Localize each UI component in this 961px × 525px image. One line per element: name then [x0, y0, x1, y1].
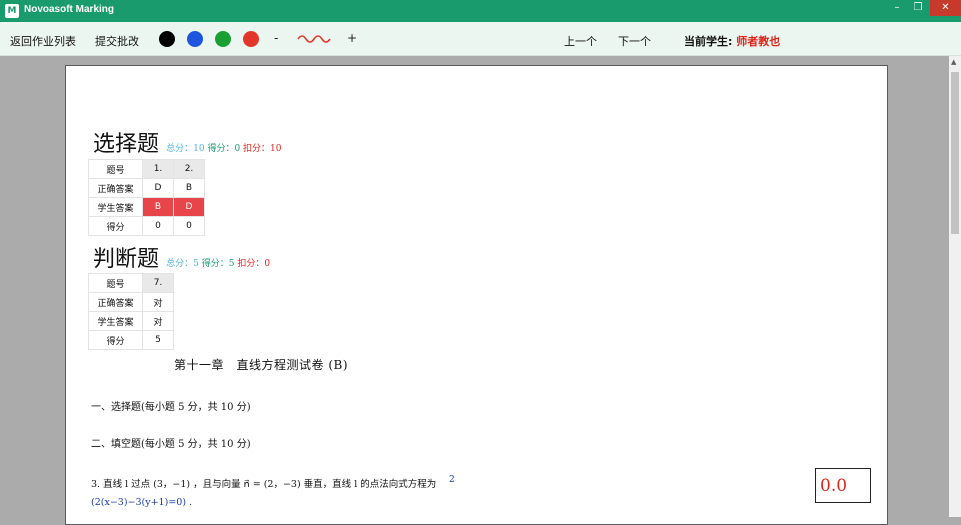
table-row: 正确答案 对 — [88, 292, 174, 312]
row-header: 得分 — [88, 216, 143, 236]
pen-stroke-preview-icon — [297, 35, 331, 43]
row-header: 题号 — [88, 273, 143, 293]
row-header: 正确答案 — [88, 292, 143, 312]
question-3-student-answer: (2(x−3)−3(y+1)=0) . — [91, 497, 193, 508]
current-student: 当前学生: 师者教也 — [684, 33, 780, 49]
question-number: 7. — [142, 273, 174, 293]
student-answer-wrong: D — [173, 197, 205, 217]
current-student-name: 师者教也 — [736, 35, 781, 48]
score-input-box[interactable]: 0.0 — [815, 468, 871, 503]
question-score: 5 — [142, 330, 174, 350]
pen-size-increase-button[interactable]: + — [347, 31, 357, 45]
correct-answer: D — [142, 178, 174, 198]
window-title: Novoasoft Marking — [24, 4, 115, 15]
previous-student-button[interactable]: 上一个 — [564, 33, 597, 49]
row-header: 题号 — [88, 159, 143, 179]
row-header: 学生答案 — [88, 197, 143, 217]
pen-color-blue[interactable] — [187, 31, 203, 47]
table-row: 得分 0 0 — [88, 216, 205, 236]
choice-got-score: 得分：0 — [207, 144, 241, 154]
question-number: 2. — [173, 159, 205, 179]
back-to-list-button[interactable]: 返回作业列表 — [10, 33, 76, 49]
maximize-icon[interactable]: ❐ — [904, 0, 932, 16]
question-3-text: 3. 直线 l 过点 (3，−1) ，且与向量 n⃗ = (2，−3) 垂直，直… — [91, 479, 437, 490]
judge-section-header: 判断题 总分：5 得分：5 扣分：0 — [93, 241, 270, 273]
judge-total-score: 总分：5 — [166, 259, 199, 269]
table-row: 题号 1. 2. — [88, 159, 205, 179]
section-heading-fill: 二、填空题(每小题 5 分，共 10 分) — [91, 439, 251, 450]
pen-size-decrease-button[interactable]: - — [274, 31, 278, 45]
scroll-up-icon[interactable]: ▲ — [951, 58, 956, 66]
judge-deduct-score: 扣分：0 — [237, 259, 271, 269]
student-answer: 对 — [142, 311, 174, 331]
judge-section-stats: 总分：5 得分：5 扣分：0 — [166, 259, 270, 269]
pen-color-green[interactable] — [215, 31, 231, 47]
question-number: 1. — [142, 159, 174, 179]
question-3-mark: 2 — [449, 475, 455, 485]
table-row: 学生答案 B D — [88, 197, 205, 217]
row-header: 正确答案 — [88, 178, 143, 198]
table-row: 得分 5 — [88, 330, 174, 350]
pen-color-black[interactable] — [159, 31, 175, 47]
current-student-label: 当前学生: — [684, 35, 733, 48]
choice-section-title: 选择题 — [93, 132, 160, 157]
choice-total-score: 总分：10 — [166, 144, 205, 154]
choice-section-header: 选择题 总分：10 得分：0 扣分：10 — [93, 126, 282, 158]
table-row: 学生答案 对 — [88, 311, 174, 331]
student-answer-wrong: B — [142, 197, 174, 217]
scroll-thumb[interactable] — [951, 72, 959, 234]
toolbar: 返回作业列表 提交批改 - + 上一个 下一个 当前学生: 师者教也 — [0, 22, 961, 56]
row-header: 学生答案 — [88, 311, 143, 331]
answer-sheet[interactable]: 选择题 总分：10 得分：0 扣分：10 题号 1. 2. 正确答案 D B 学… — [65, 65, 888, 525]
title-bar: M Novoasoft Marking – ❐ ✕ — [0, 0, 961, 22]
submit-marking-button[interactable]: 提交批改 — [95, 33, 139, 49]
row-header: 得分 — [88, 330, 143, 350]
section-heading-choice: 一、选择题(每小题 5 分，共 10 分) — [91, 402, 251, 413]
close-icon[interactable]: ✕ — [930, 0, 961, 16]
pen-color-red[interactable] — [243, 31, 259, 47]
choice-section-stats: 总分：10 得分：0 扣分：10 — [166, 144, 281, 154]
correct-answer: 对 — [142, 292, 174, 312]
table-row: 正确答案 D B — [88, 178, 205, 198]
test-paper-title: 第十一章 直线方程测试卷 (B) — [174, 358, 348, 372]
choice-answer-table: 题号 1. 2. 正确答案 D B 学生答案 B D 得分 0 0 — [88, 159, 205, 236]
correct-answer: B — [173, 178, 205, 198]
judge-answer-table: 题号 7. 正确答案 对 学生答案 对 得分 5 — [88, 273, 174, 350]
question-score: 0 — [173, 216, 205, 236]
table-row: 题号 7. — [88, 273, 174, 293]
vertical-scrollbar[interactable]: ▲ — [949, 56, 961, 517]
judge-section-title: 判断题 — [93, 247, 160, 272]
question-score: 0 — [142, 216, 174, 236]
app-icon: M — [5, 4, 19, 18]
choice-deduct-score: 扣分：10 — [243, 144, 282, 154]
judge-got-score: 得分：5 — [201, 259, 235, 269]
next-student-button[interactable]: 下一个 — [618, 33, 651, 49]
